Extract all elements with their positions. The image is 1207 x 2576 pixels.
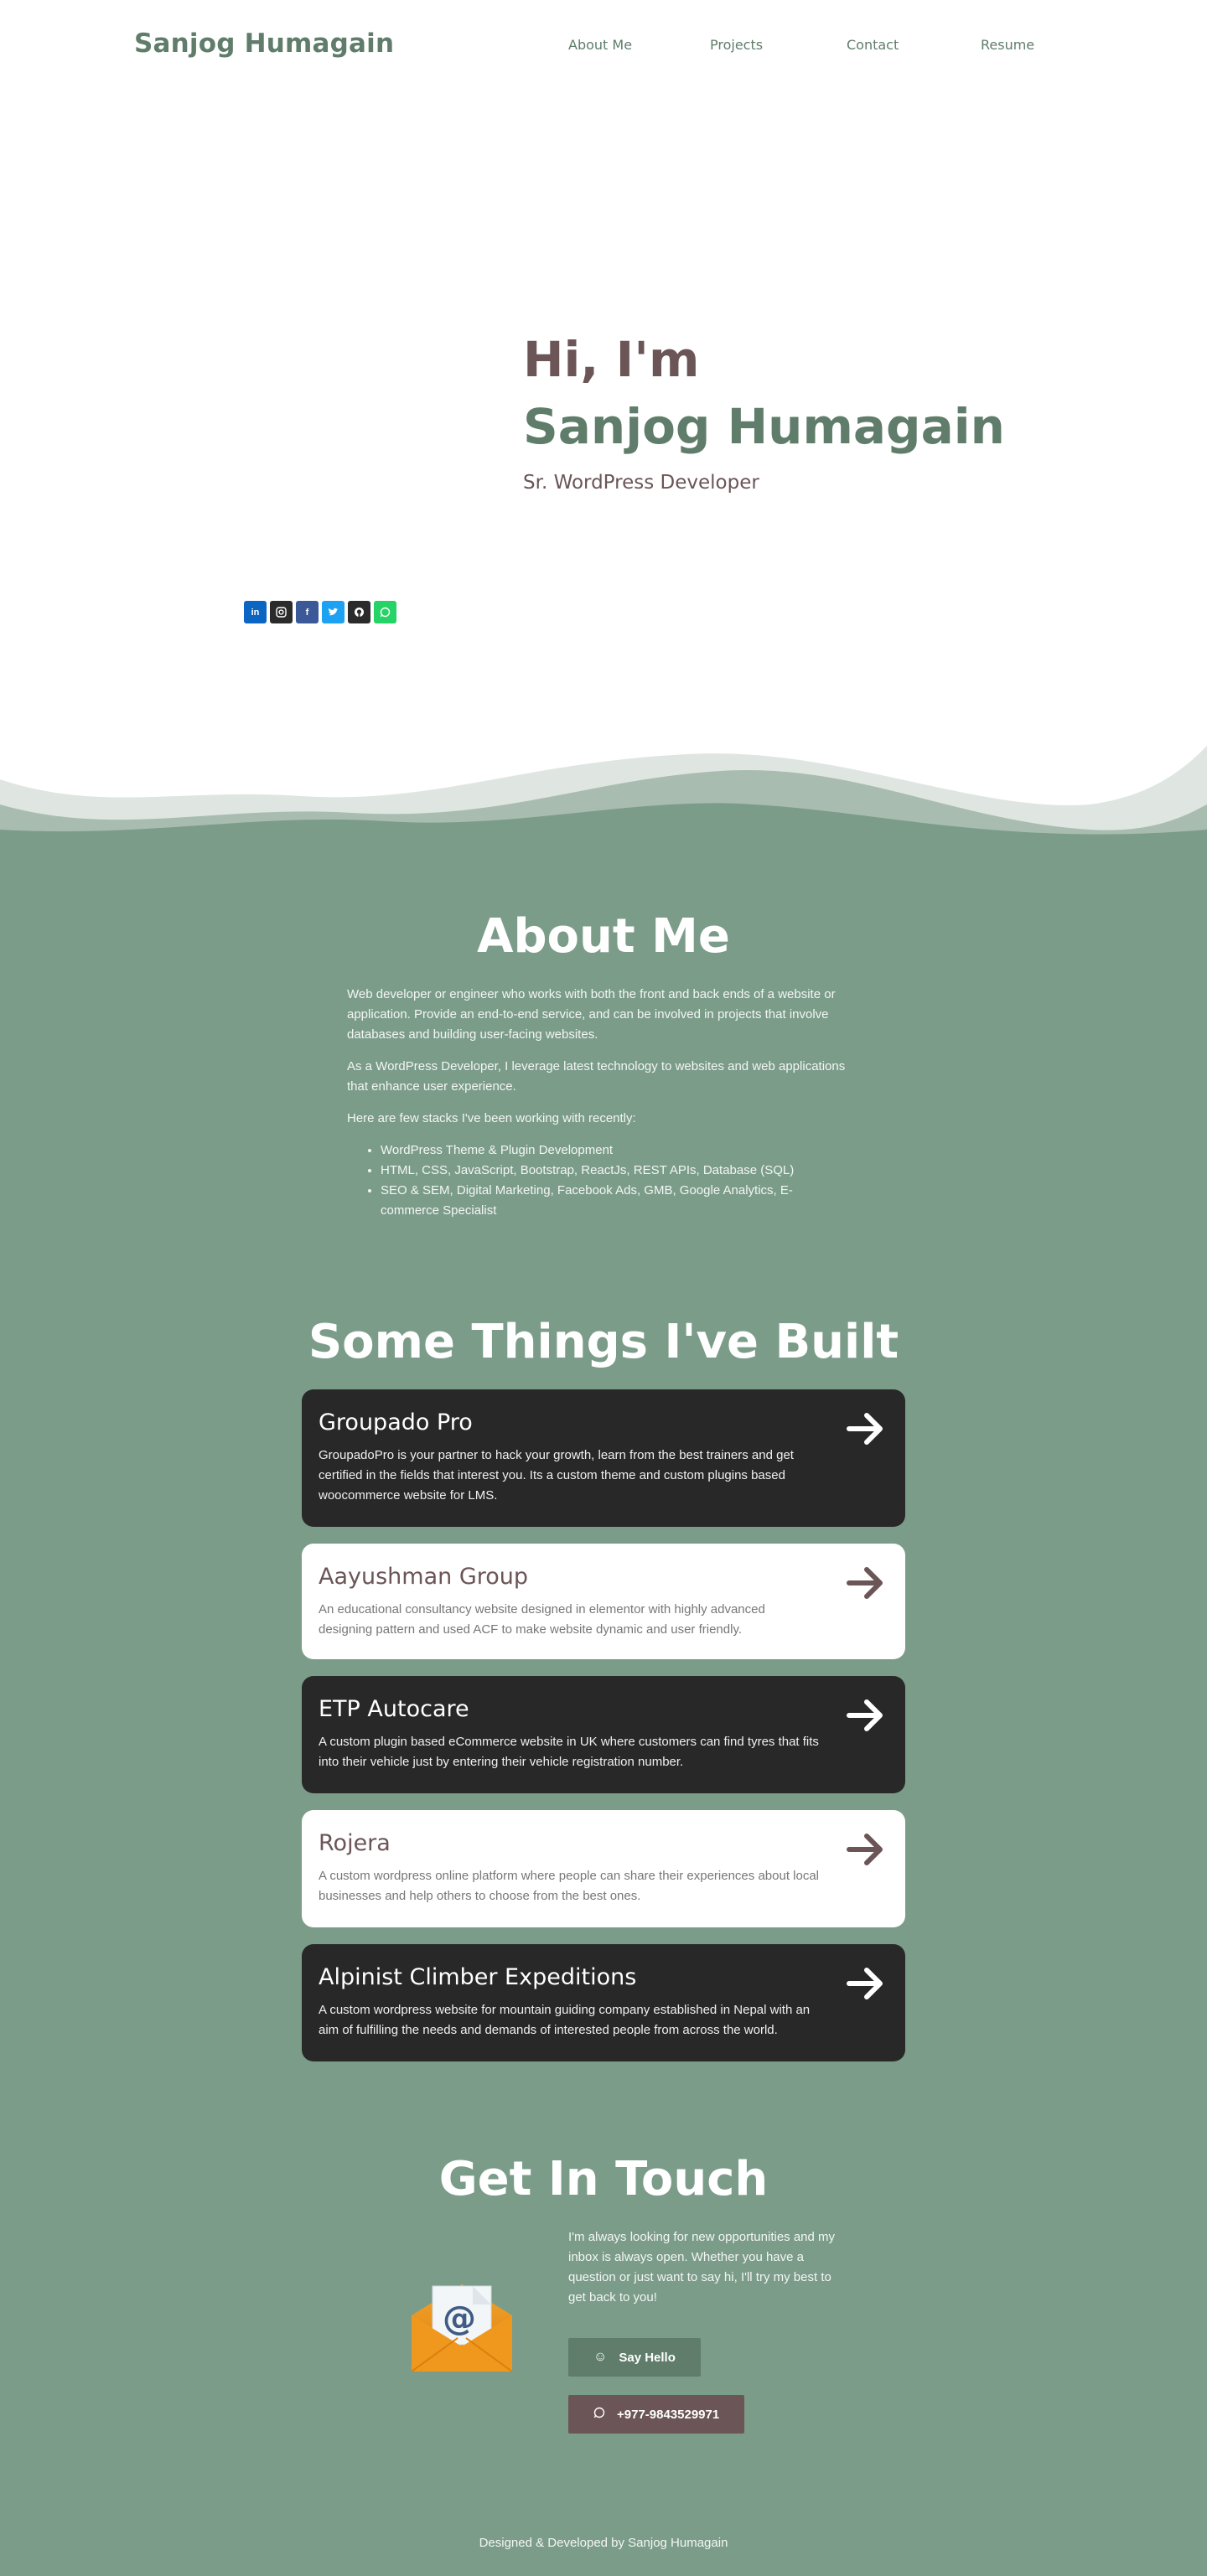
footer-credit: Designed & Developed by Sanjog Humagain <box>479 2536 728 2550</box>
instagram-icon[interactable] <box>270 601 293 623</box>
arrow-right-icon[interactable] <box>845 1694 887 1736</box>
project-description: A custom plugin based eCommerce website … <box>319 1735 819 1769</box>
whatsapp-icon <box>593 2407 605 2423</box>
about-paragraph: Web developer or engineer who works with… <box>347 987 836 1042</box>
project-card-rojera[interactable]: Rojera A custom wordpress online platfor… <box>302 1810 905 1927</box>
mail-envelope-icon: @ <box>411 2284 513 2372</box>
arrow-right-icon[interactable] <box>845 1963 887 2004</box>
site-header: Sanjog Humagain About Me Projects Contac… <box>0 0 1207 92</box>
stack-item: HTML, CSS, JavaScript, Bootstrap, ReactJ… <box>381 1161 850 1181</box>
say-hello-label: Say Hello <box>619 2350 676 2365</box>
social-links: in f <box>244 601 396 623</box>
stack-list: WordPress Theme & Plugin Development HTM… <box>381 1141 850 1221</box>
contact-text: I'm always looking for new opportunities… <box>568 2230 836 2304</box>
whatsapp-icon[interactable] <box>374 601 396 623</box>
hero-name: Sanjog Humagain <box>523 398 1005 455</box>
phone-label: +977-9843529971 <box>617 2407 720 2422</box>
hero-role: Sr. WordPress Developer <box>523 472 759 494</box>
say-hello-button[interactable]: ☺ Say Hello <box>568 2338 701 2377</box>
linkedin-icon[interactable]: in <box>244 601 267 623</box>
project-description: GroupadoPro is your partner to hack your… <box>319 1448 794 1503</box>
wave-divider <box>0 746 1207 863</box>
contact-title: Get In Touch <box>438 2152 769 2206</box>
nav-resume[interactable]: Resume <box>981 37 1034 53</box>
nav-projects[interactable]: Projects <box>710 37 763 53</box>
hero-greeting: Hi, I'm <box>523 331 700 388</box>
projects-title: Some Things I've Built <box>308 1315 899 1369</box>
project-card-groupado-pro[interactable]: Groupado Pro GroupadoPro is your partner… <box>302 1389 905 1527</box>
project-card-aayushman-group[interactable]: Aayushman Group An educational consultan… <box>302 1544 905 1659</box>
nav-about-me[interactable]: About Me <box>568 37 632 53</box>
project-title: Groupado Pro <box>319 1410 473 1435</box>
project-title: Aayushman Group <box>319 1564 529 1590</box>
project-description: A custom wordpress online platform where… <box>319 1869 819 1903</box>
site-logo[interactable]: Sanjog Humagain <box>134 28 394 59</box>
project-description: A custom wordpress website for mountain … <box>319 2003 811 2037</box>
arrow-right-icon[interactable] <box>845 1829 887 1870</box>
project-title: Rojera <box>319 1830 391 1856</box>
stack-item: WordPress Theme & Plugin Development <box>381 1141 850 1161</box>
about-content: Web developer or engineer who works with… <box>347 985 850 1221</box>
arrow-right-icon[interactable] <box>845 1408 887 1450</box>
stack-item: SEO & SEM, Digital Marketing, Facebook A… <box>381 1181 850 1221</box>
about-title: About Me <box>477 909 730 964</box>
about-paragraph: As a WordPress Developer, I leverage lat… <box>347 1059 846 1094</box>
portfolio-page: Sanjog Humagain About Me Projects Contac… <box>0 0 1207 2576</box>
project-description: An educational consultancy website desig… <box>319 1602 765 1637</box>
twitter-icon[interactable] <box>322 601 344 623</box>
whatsapp-phone-button[interactable]: +977-9843529971 <box>568 2395 745 2434</box>
arrow-right-icon[interactable] <box>845 1562 887 1604</box>
svg-text:@: @ <box>443 2299 476 2338</box>
smile-icon: ☺ <box>593 2350 608 2364</box>
github-icon[interactable] <box>348 601 370 623</box>
project-title: ETP Autocare <box>319 1696 469 1722</box>
nav-contact[interactable]: Contact <box>847 37 899 53</box>
project-title: Alpinist Climber Expeditions <box>319 1964 637 1990</box>
about-paragraph: Here are few stacks I've been working wi… <box>347 1111 636 1125</box>
project-card-alpinist-climber[interactable]: Alpinist Climber Expeditions A custom wo… <box>302 1944 905 2061</box>
project-card-etp-autocare[interactable]: ETP Autocare A custom plugin based eComm… <box>302 1676 905 1793</box>
facebook-icon[interactable]: f <box>296 601 319 623</box>
